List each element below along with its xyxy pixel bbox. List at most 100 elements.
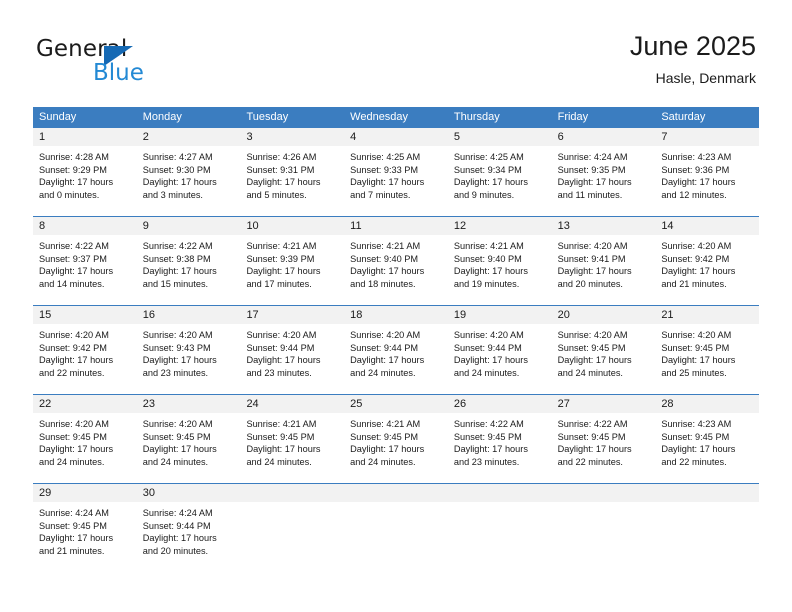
day-cell[interactable]: 9 Sunrise: 4:22 AM Sunset: 9:38 PM Dayli… <box>136 217 241 305</box>
day-cell[interactable]: 27 Sunrise: 4:22 AM Sunset: 9:45 PM Dayl… <box>551 395 656 483</box>
daylight-text-line2: and 25 minutes. <box>661 367 727 378</box>
day-cell[interactable]: 15 Sunrise: 4:20 AM Sunset: 9:42 PM Dayl… <box>33 306 137 394</box>
day-number: 14 <box>661 220 674 232</box>
daylight-text-line2: and 24 minutes. <box>39 456 105 467</box>
day-cell[interactable]: 14 Sunrise: 4:20 AM Sunset: 9:42 PM Dayl… <box>655 217 760 305</box>
daylight-text-line2: and 20 minutes. <box>142 545 209 556</box>
sunset-text: Sunset: 9:45 PM <box>557 431 626 442</box>
day-cell[interactable]: 28 Sunrise: 4:23 AM Sunset: 9:45 PM Dayl… <box>655 395 760 483</box>
sunset-text: Sunset: 9:42 PM <box>661 253 730 264</box>
day-cell[interactable]: 1 Sunrise: 4:28 AM Sunset: 9:29 PM Dayli… <box>33 128 137 216</box>
day-number: 6 <box>557 131 564 143</box>
day-cell[interactable]: 30 Sunrise: 4:24 AM Sunset: 9:44 PM Dayl… <box>136 484 241 572</box>
week-row: 8 Sunrise: 4:22 AM Sunset: 9:37 PM Dayli… <box>33 216 760 305</box>
sunset-text: Sunset: 9:45 PM <box>246 431 315 442</box>
day-cell[interactable]: 25 Sunrise: 4:21 AM Sunset: 9:45 PM Dayl… <box>344 395 448 483</box>
day-number-band: 3 <box>240 128 345 147</box>
day-number: 25 <box>350 398 363 410</box>
day-cell[interactable]: 19 Sunrise: 4:20 AM Sunset: 9:44 PM Dayl… <box>447 306 552 394</box>
weekday-header-saturday: Saturday <box>661 111 706 123</box>
sunrise-text: Sunrise: 4:21 AM <box>246 419 317 429</box>
day-number-band <box>551 484 656 503</box>
daylight-text-line1: Daylight: 17 hours <box>246 266 321 277</box>
day-cell[interactable]: 10 Sunrise: 4:21 AM Sunset: 9:39 PM Dayl… <box>240 217 345 305</box>
daylight-text-line2: and 22 minutes. <box>557 456 623 467</box>
daylight-text-line2: and 14 minutes. <box>39 278 105 289</box>
sunset-text: Sunset: 9:45 PM <box>453 431 522 442</box>
day-cell[interactable]: 6 Sunrise: 4:24 AM Sunset: 9:35 PM Dayli… <box>551 128 656 216</box>
sunset-text: Sunset: 9:37 PM <box>39 253 107 264</box>
day-cell[interactable]: 26 Sunrise: 4:22 AM Sunset: 9:45 PM Dayl… <box>447 395 552 483</box>
day-number-band <box>240 484 345 503</box>
day-details: Sunrise: 4:27 AM Sunset: 9:30 PM Dayligh… <box>137 147 241 201</box>
day-number-band: 4 <box>344 128 448 147</box>
daylight-text-line2: and 22 minutes. <box>661 456 727 467</box>
daylight-text-line2: and 24 minutes. <box>246 456 312 467</box>
day-cell[interactable]: 3 Sunrise: 4:26 AM Sunset: 9:31 PM Dayli… <box>240 128 345 216</box>
weekday-header-monday: Monday <box>142 111 182 123</box>
daylight-text-line1: Daylight: 17 hours <box>246 444 321 455</box>
day-number-band: 17 <box>240 306 345 325</box>
day-details: Sunrise: 4:20 AM Sunset: 9:45 PM Dayligh… <box>655 325 759 379</box>
daylight-text-line1: Daylight: 17 hours <box>661 266 736 277</box>
daylight-text-line1: Daylight: 17 hours <box>453 266 528 277</box>
sunset-text: Sunset: 9:42 PM <box>39 342 107 353</box>
daylight-text-line1: Daylight: 17 hours <box>39 444 114 455</box>
daylight-text-line1: Daylight: 17 hours <box>557 177 632 188</box>
day-cell[interactable]: 2 Sunrise: 4:27 AM Sunset: 9:30 PM Dayli… <box>136 128 241 216</box>
day-number-band: 18 <box>344 306 448 325</box>
day-number-band: 24 <box>240 395 345 414</box>
sunset-text: Sunset: 9:45 PM <box>661 431 730 442</box>
day-cell[interactable]: 23 Sunrise: 4:20 AM Sunset: 9:45 PM Dayl… <box>136 395 241 483</box>
day-number-band: 22 <box>33 395 137 414</box>
general-blue-logo[interactable]: General Blue <box>36 36 266 86</box>
sunset-text: Sunset: 9:38 PM <box>142 253 211 264</box>
sunrise-text: Sunrise: 4:25 AM <box>453 152 524 162</box>
day-cell[interactable]: 5 Sunrise: 4:25 AM Sunset: 9:34 PM Dayli… <box>447 128 552 216</box>
daylight-text-line2: and 23 minutes. <box>453 456 520 467</box>
daylight-text-line1: Daylight: 17 hours <box>557 266 632 277</box>
day-details: Sunrise: 4:26 AM Sunset: 9:31 PM Dayligh… <box>240 147 344 201</box>
day-cell[interactable]: 24 Sunrise: 4:21 AM Sunset: 9:45 PM Dayl… <box>240 395 345 483</box>
calendar-grid: Sunday Monday Tuesday Wednesday Thursday… <box>33 107 760 572</box>
day-cell[interactable]: 20 Sunrise: 4:20 AM Sunset: 9:45 PM Dayl… <box>551 306 656 394</box>
day-number: 20 <box>557 309 570 321</box>
day-cell-empty <box>240 484 345 572</box>
day-cell-empty <box>551 484 656 572</box>
day-number: 7 <box>661 131 668 143</box>
sunrise-text: Sunrise: 4:22 AM <box>142 241 213 251</box>
day-cell[interactable]: 4 Sunrise: 4:25 AM Sunset: 9:33 PM Dayli… <box>344 128 448 216</box>
sunrise-text: Sunrise: 4:23 AM <box>661 419 732 429</box>
day-cell[interactable]: 7 Sunrise: 4:23 AM Sunset: 9:36 PM Dayli… <box>655 128 760 216</box>
day-number: 19 <box>453 309 467 321</box>
day-cell[interactable]: 22 Sunrise: 4:20 AM Sunset: 9:45 PM Dayl… <box>33 395 137 483</box>
week-row: 1 Sunrise: 4:28 AM Sunset: 9:29 PM Dayli… <box>33 127 760 216</box>
sunset-text: Sunset: 9:29 PM <box>39 164 107 175</box>
daylight-text-line1: Daylight: 17 hours <box>661 355 736 366</box>
day-cell[interactable]: 13 Sunrise: 4:20 AM Sunset: 9:41 PM Dayl… <box>551 217 656 305</box>
daylight-text-line1: Daylight: 17 hours <box>39 177 114 188</box>
sunrise-text: Sunrise: 4:20 AM <box>39 330 109 340</box>
day-cell[interactable]: 16 Sunrise: 4:20 AM Sunset: 9:43 PM Dayl… <box>136 306 241 394</box>
day-number: 1 <box>39 131 46 143</box>
sunrise-text: Sunrise: 4:26 AM <box>246 152 317 162</box>
daylight-text-line2: and 24 minutes. <box>557 367 623 378</box>
sunset-text: Sunset: 9:35 PM <box>557 164 626 175</box>
day-cell[interactable]: 17 Sunrise: 4:20 AM Sunset: 9:44 PM Dayl… <box>240 306 345 394</box>
day-cell[interactable]: 11 Sunrise: 4:21 AM Sunset: 9:40 PM Dayl… <box>344 217 448 305</box>
day-cell[interactable]: 18 Sunrise: 4:20 AM Sunset: 9:44 PM Dayl… <box>344 306 448 394</box>
day-number-band: 13 <box>551 217 656 236</box>
day-cell[interactable]: 29 Sunrise: 4:24 AM Sunset: 9:45 PM Dayl… <box>33 484 137 572</box>
day-cell[interactable]: 12 Sunrise: 4:21 AM Sunset: 9:40 PM Dayl… <box>447 217 552 305</box>
day-cell[interactable]: 8 Sunrise: 4:22 AM Sunset: 9:37 PM Dayli… <box>33 217 137 305</box>
day-number-band <box>447 484 552 503</box>
day-details: Sunrise: 4:25 AM Sunset: 9:33 PM Dayligh… <box>344 147 448 201</box>
daylight-text-line2: and 17 minutes. <box>246 278 312 289</box>
weekday-header-sunday: Sunday <box>39 111 77 123</box>
weekday-header-tuesday: Tuesday <box>246 111 289 123</box>
daylight-text-line2: and 22 minutes. <box>39 367 105 378</box>
sunrise-text: Sunrise: 4:24 AM <box>557 152 628 162</box>
day-cell[interactable]: 21 Sunrise: 4:20 AM Sunset: 9:45 PM Dayl… <box>655 306 760 394</box>
sunset-text: Sunset: 9:45 PM <box>39 431 107 442</box>
day-number-band: 11 <box>344 217 448 236</box>
